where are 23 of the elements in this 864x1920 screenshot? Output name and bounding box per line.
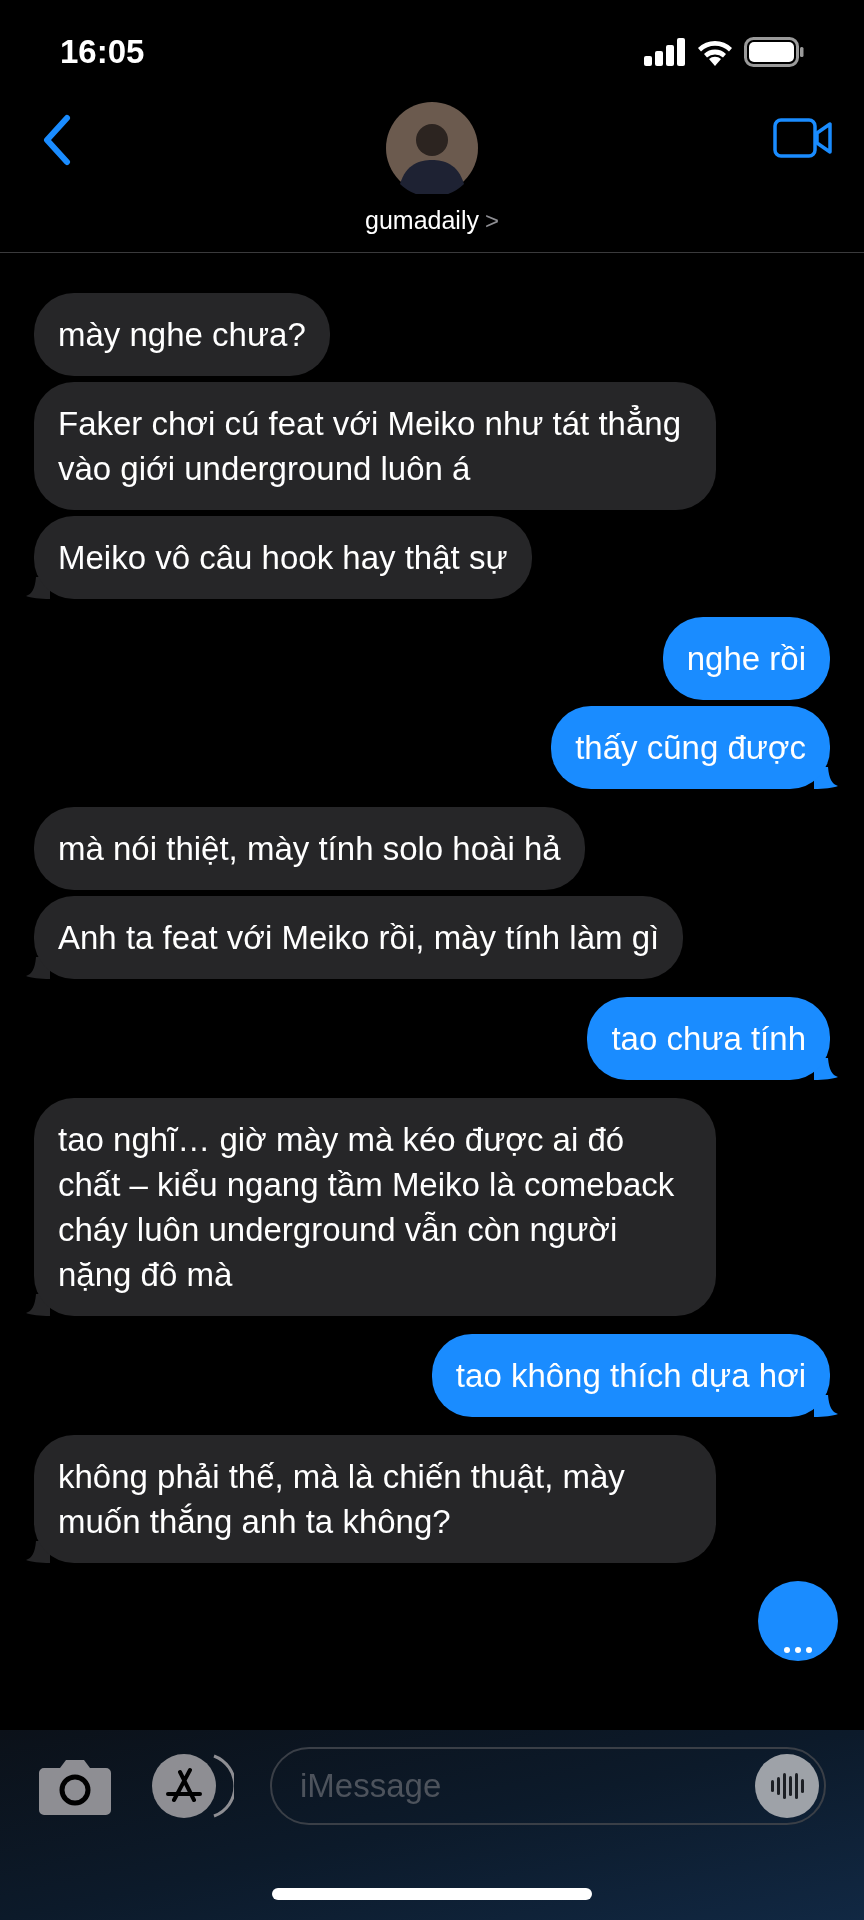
message-text: tao không thích dựa hơi <box>455 1356 806 1396</box>
battery-icon <box>744 37 804 67</box>
message-text: không phải thế, mà là chiến thuật, mày muốn thắng anh ta không? <box>58 1457 626 1542</box>
message-text: tao chưa tính <box>611 1019 806 1059</box>
message-text: mà nói thiệt, mày tính solo hoài hả <box>58 829 561 869</box>
contact-name[interactable]: gumadaily <box>365 202 479 240</box>
wifi-icon <box>696 38 734 66</box>
message-input[interactable]: iMessage <box>270 1747 826 1825</box>
message-text: tao nghĩ… giờ mày mà kéo được ai đó chất – kiểu ngang tầm Meiko là comeback cháy luôn underground vẫn còn người nặng đô mà <box>58 1120 676 1295</box>
message-text: Anh ta feat với Meiko rồi, mày tính làm gì <box>58 918 660 958</box>
chevron-text: > <box>484 205 499 236</box>
message-text: thấy cũng được <box>575 728 806 768</box>
status-time: 16:05 <box>60 32 145 73</box>
message-text: Faker chơi cú feat với Meiko như tát thẳng vào giới underground luôn á <box>58 404 682 489</box>
audio-wave-icon[interactable] <box>755 1754 819 1818</box>
signal-icon <box>644 38 686 66</box>
back-chevron-icon <box>41 114 71 166</box>
video-call-button[interactable] <box>772 116 834 160</box>
message-text: mày nghe chưa? <box>58 315 306 355</box>
video-camera-icon <box>773 118 833 158</box>
message-text: Meiko vô câu hook hay thật sự <box>58 538 508 578</box>
message-text: nghe rồi <box>686 639 806 679</box>
avatar[interactable] <box>386 102 478 194</box>
